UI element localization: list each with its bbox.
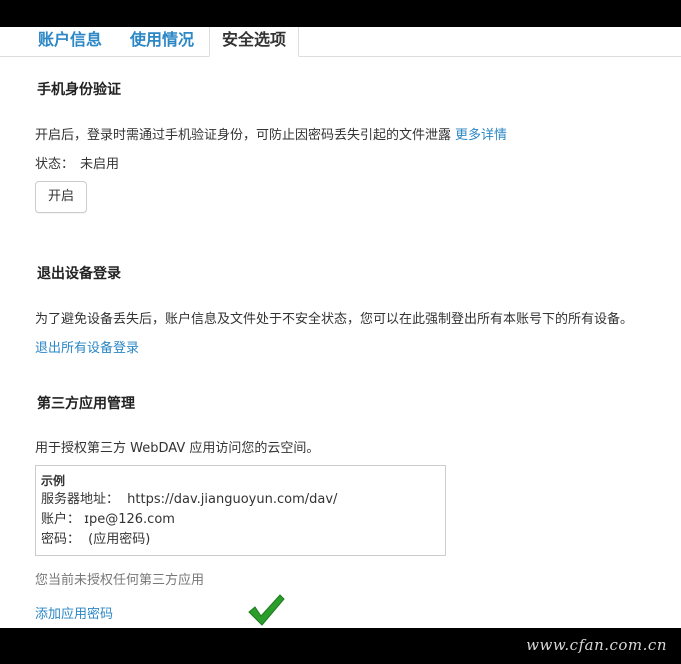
server-address-row: 服务器地址： https://dav.jianguoyun.com/dav/ [41, 490, 440, 510]
top-black-bar [0, 0, 681, 27]
tab-account-info[interactable]: 账户信息 [38, 27, 102, 56]
no-apps-text: 您当前未授权任何第三方应用 [35, 573, 205, 588]
cfan-watermark: www.cfan.com.cn [526, 636, 667, 654]
logout-devices-description: 为了避免设备丢失后，账户信息及文件处于不安全状态，您可以在此强制登出所有本账号下… [35, 312, 634, 327]
third-party-title: 第三方应用管理 [37, 396, 135, 412]
password-value: (应用密码) [88, 532, 151, 547]
third-party-description: 用于授权第三方 WebDAV 应用访问您的云空间。 [35, 441, 320, 456]
logout-devices-title: 退出设备登录 [37, 266, 121, 282]
server-value: https://dav.jianguoyun.com/dav/ [127, 492, 338, 507]
tab-security-options[interactable]: 安全选项 [209, 27, 300, 57]
phone-auth-title: 手机身份验证 [37, 82, 121, 98]
phone-auth-status: 状态： 未启用 [35, 153, 119, 172]
enable-button[interactable]: 开启 [35, 181, 87, 213]
security-options-page: 账户信息 使用情况 安全选项 手机身份验证 开启后，登录时需通过手机验证身份，可… [0, 27, 681, 628]
password-label: 密码： [41, 532, 81, 547]
phone-auth-description-text: 开启后，登录时需通过手机验证身份，可防止因密码丢失引起的文件泄露 [35, 128, 452, 143]
account-value: ɪpe@126.com [84, 512, 175, 527]
add-app-password-link[interactable]: 添加应用密码 [35, 603, 113, 622]
server-label: 服务器地址： [41, 492, 120, 507]
tab-bar: 账户信息 使用情况 安全选项 [0, 27, 681, 57]
bottom-black-bar: www.cfan.com.cn [0, 628, 681, 664]
webdav-example-box: 示例 服务器地址： https://dav.jianguoyun.com/dav… [35, 465, 446, 556]
more-details-link[interactable]: 更多详情 [455, 128, 507, 143]
phone-auth-description: 开启后，登录时需通过手机验证身份，可防止因密码丢失引起的文件泄露 更多详情 [35, 124, 507, 143]
password-row: 密码： (应用密码) [41, 530, 440, 550]
account-label: 账户： [41, 512, 81, 527]
status-value: 未启用 [80, 157, 120, 172]
example-title: 示例 [41, 474, 66, 488]
tab-usage[interactable]: 使用情况 [130, 27, 194, 56]
logout-all-devices-link[interactable]: 退出所有设备登录 [35, 337, 139, 356]
status-label: 状态： [35, 157, 75, 172]
green-check-icon [248, 594, 285, 626]
account-row: 账户： ɪpe@126.com [41, 510, 440, 530]
